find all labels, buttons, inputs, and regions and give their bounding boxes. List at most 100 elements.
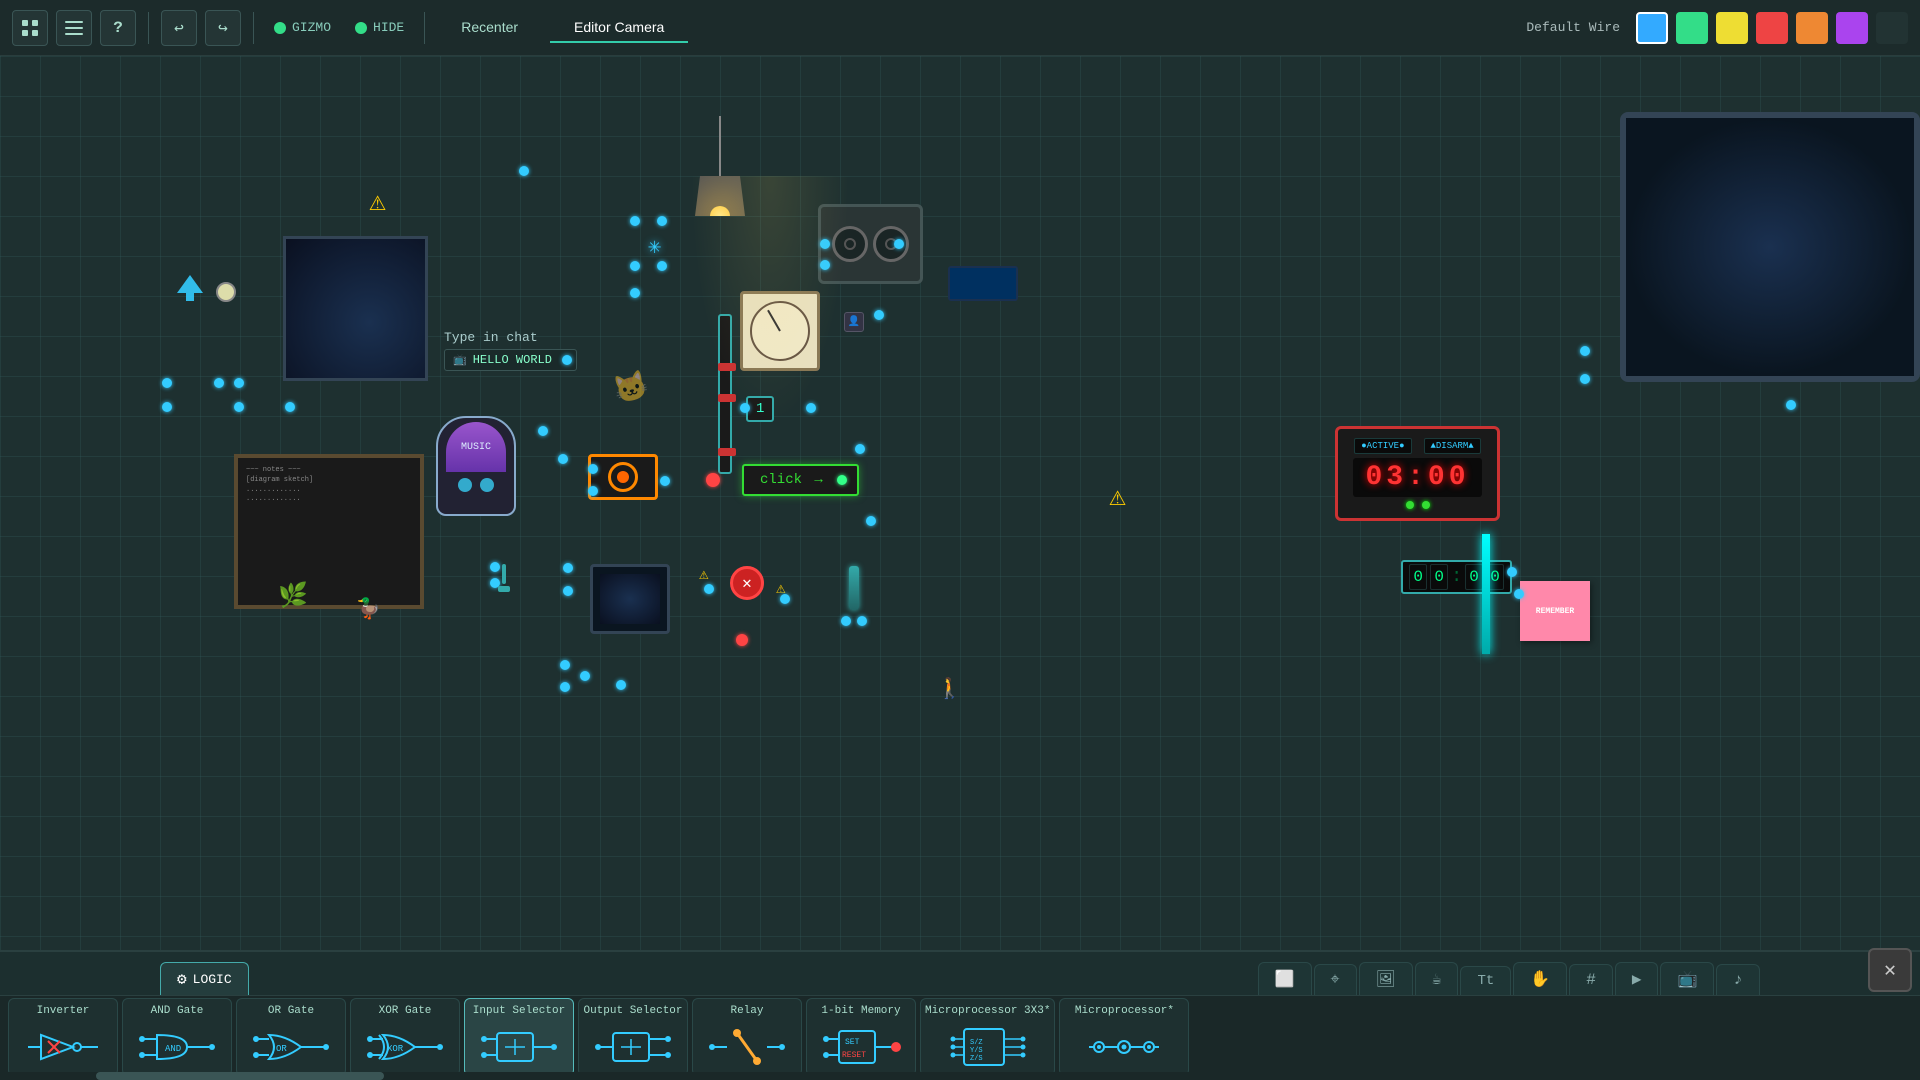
relay-preview (707, 1025, 787, 1069)
wire-color-yellow[interactable] (1716, 12, 1748, 44)
1bit-memory-preview: SET RESET (821, 1025, 901, 1069)
svg-text:Z/S: Z/S (970, 1055, 983, 1063)
component-microprocessor[interactable]: Microprocessor* (1059, 998, 1189, 1076)
close-button[interactable]: ✕ (1868, 948, 1912, 992)
divider-2 (253, 12, 254, 44)
small-cam: 👤 (844, 312, 864, 332)
ob-node-1 (588, 464, 598, 474)
cn-3 (630, 261, 640, 271)
jukebox-label: MUSIC (461, 442, 491, 453)
tape-node-3 (894, 239, 904, 249)
wire-node-1 (162, 378, 172, 388)
error-x-button[interactable]: ✕ (730, 566, 764, 600)
wire-node-3 (214, 378, 224, 388)
tab-text[interactable]: Tt (1460, 966, 1511, 995)
person-figure: 🚶 (937, 676, 962, 702)
microprocessor-label: Microprocessor* (1075, 1005, 1174, 1017)
scrollbar-thumb[interactable] (96, 1072, 384, 1080)
click-button[interactable]: click → (742, 464, 859, 496)
component-xor-gate[interactable]: XOR Gate XOR (350, 998, 460, 1076)
vertical-slider[interactable] (718, 314, 732, 474)
chat-node (562, 355, 572, 365)
lamp-shade (695, 176, 745, 216)
nd-node-2 (740, 403, 750, 413)
hanging-lamp (690, 116, 750, 236)
recenter-btn[interactable]: Recenter (437, 13, 542, 43)
tv-inner (1626, 118, 1914, 376)
gauge-needle (767, 310, 781, 332)
tab-misc[interactable]: ☕ (1415, 962, 1459, 995)
tab-image[interactable]: 🖼 (1359, 962, 1413, 995)
tab-video[interactable]: ▶ (1615, 962, 1659, 995)
blackboard-content: ~~~ notes ~~~ [diagram sketch] .........… (238, 458, 420, 513)
microprocessor-3x3-preview: S/Z Y/S Z/S (948, 1025, 1028, 1069)
editor-camera-btn[interactable]: Editor Camera (550, 13, 688, 43)
svg-text:Y/S: Y/S (970, 1047, 983, 1055)
seg-digit-1: 0 (1409, 564, 1427, 590)
gauge (740, 291, 820, 371)
hide-toggle[interactable]: HIDE (347, 16, 412, 39)
wire-color-orange[interactable] (1796, 12, 1828, 44)
component-1bit-memory[interactable]: 1-bit Memory SET RESET (806, 998, 916, 1076)
gauge-inner (750, 301, 810, 361)
tab-cursor[interactable]: ⌖ (1314, 964, 1357, 995)
component-or-gate[interactable]: OR Gate OR (236, 998, 346, 1076)
bottom-scrollbar[interactable] (0, 1072, 1920, 1080)
logic-tab-icon: ⚙ (177, 969, 187, 989)
grid-icon-btn[interactable] (12, 10, 48, 46)
lever-switch[interactable] (498, 564, 510, 592)
input-selector-label: Input Selector (473, 1005, 565, 1017)
jukebox-btn-2[interactable] (480, 478, 494, 492)
jukebox-btn-1[interactable] (458, 478, 472, 492)
wire-color-red[interactable] (1756, 12, 1788, 44)
component-relay[interactable]: Relay (692, 998, 802, 1076)
hide-label: HIDE (373, 20, 404, 35)
relay-node-l (841, 616, 851, 626)
wire-color-blue[interactable] (1636, 12, 1668, 44)
bomb-timer: ●ACTIVE● ▲DISARM▲ 03:00 (1335, 426, 1500, 521)
ob-node-3 (660, 476, 670, 486)
cn-1 (630, 216, 640, 226)
tab-logic[interactable]: ⚙ LOGIC (160, 962, 249, 995)
tab-music[interactable]: ♪ (1716, 964, 1760, 995)
ob-node-2 (588, 486, 598, 496)
tab-number[interactable]: # (1569, 964, 1613, 995)
tab-screen[interactable]: 📺 (1660, 962, 1714, 995)
component-input-selector[interactable]: Input Selector (464, 998, 574, 1076)
gizmo-toggle[interactable]: GIZMO (266, 16, 339, 39)
wire-node-2 (234, 378, 244, 388)
wire-color-purple[interactable] (1836, 12, 1868, 44)
tab-display[interactable]: ⬜ (1258, 962, 1312, 995)
canvas-area[interactable]: ⚠ ⚠ ✳ Type in chat (0, 56, 1920, 950)
undo-btn[interactable]: ↩ (161, 10, 197, 46)
component-and-gate[interactable]: AND Gate AND (122, 998, 232, 1076)
wire-node-4 (162, 402, 172, 412)
jukebox-arch: MUSIC (446, 422, 506, 472)
divider-3 (424, 12, 425, 44)
lamp-cord (719, 116, 721, 176)
help-icon-btn[interactable]: ? (100, 10, 136, 46)
tab-hand[interactable]: ✋ (1513, 962, 1567, 995)
relay-component (826, 566, 881, 626)
jukebox: MUSIC (436, 416, 516, 516)
wire-node-top-1 (519, 166, 529, 176)
bottom-panel: ⭐ 👆 ☀ 🔋 ⚙ LOGIC ⬜ ⌖ 🖼 ☕ Tt ✋ # ▶ 📺 ♪ Inv… (0, 950, 1920, 1080)
chat-title: Type in chat (444, 330, 577, 345)
cn-4 (657, 261, 667, 271)
component-inverter[interactable]: Inverter (8, 998, 118, 1076)
cursor-figure: 🐱 (610, 367, 653, 410)
wire-color-dark[interactable] (1876, 12, 1908, 44)
click-btn-node (837, 475, 847, 485)
duck: 🦆 (356, 596, 381, 622)
component-output-selector[interactable]: Output Selector (578, 998, 688, 1076)
nd-node-1 (806, 403, 816, 413)
red-wire-dot (736, 634, 748, 646)
menu-icon-btn[interactable] (56, 10, 92, 46)
num-value: 1 (756, 401, 764, 417)
component-microprocessor-3x3[interactable]: Microprocessor 3X3* S/Z Y/S Z/S (920, 998, 1055, 1076)
x-warn-1: ⚠ (699, 564, 709, 584)
bomb-dot-1 (1406, 501, 1414, 509)
and-gate-label: AND Gate (151, 1005, 204, 1017)
redo-btn[interactable]: ↪ (205, 10, 241, 46)
wire-color-green[interactable] (1676, 12, 1708, 44)
